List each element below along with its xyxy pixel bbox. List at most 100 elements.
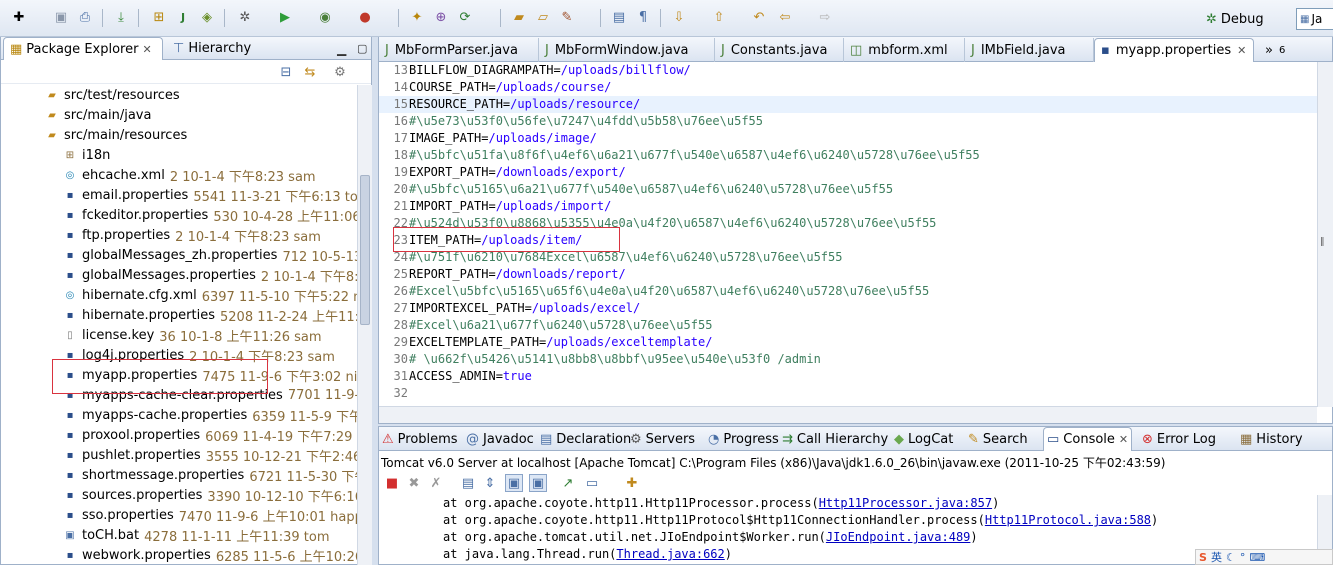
bottom-tab[interactable]: ▭ Console ✕ xyxy=(1043,427,1133,451)
new-package-icon[interactable]: ✦ xyxy=(408,8,426,26)
collapse-all-icon[interactable]: ⊟ xyxy=(277,63,295,81)
last-edit-icon[interactable]: ↶ xyxy=(750,8,768,26)
forward-icon[interactable]: ⇨ xyxy=(816,8,834,26)
tree-item[interactable]: ▯ license.key 36 10-1-8 上午11:26 sam xyxy=(63,325,321,345)
open-file-icon[interactable]: ▱ xyxy=(534,8,552,26)
coverage-icon[interactable]: ◉ xyxy=(316,8,334,26)
toggle-mark-icon[interactable]: ▤ xyxy=(610,8,628,26)
editor-tab[interactable]: J Constants.java xyxy=(715,38,844,62)
display-console-icon[interactable]: ▭ xyxy=(583,474,601,492)
stacktrace-link[interactable]: JIoEndpoint.java:489 xyxy=(826,530,971,544)
run-icon[interactable]: ▶ xyxy=(276,8,294,26)
clear-console-icon[interactable]: ▤ xyxy=(459,474,477,492)
tree-item[interactable]: ▪ proxool.properties6069 11-4-19 下午7:29 n… xyxy=(63,425,357,445)
comment-text: #Excel\u6a21\u677f\u6240\u5728\u76ee\u5f… xyxy=(409,318,713,332)
tree-item[interactable]: ⊞ i18n xyxy=(63,145,111,165)
bottom-tab[interactable]: ⚙ Servers xyxy=(627,427,698,451)
bottom-tab[interactable]: ✎ Search xyxy=(965,427,1031,451)
scroll-lock-icon[interactable]: ⇕ xyxy=(481,474,499,492)
save-icon[interactable]: ▣ xyxy=(52,8,70,26)
open-folder-icon[interactable]: ▰ xyxy=(510,8,528,26)
bottom-tab[interactable]: ◔ Progress xyxy=(705,427,782,451)
tree-item[interactable]: ▪ email.properties 5541 11-3-21 下午6:13 tom xyxy=(63,185,357,205)
debug-icon[interactable]: ✲ xyxy=(236,8,254,26)
tree-item[interactable]: ▪ globalMessages.properties2 10-1-4 下午8:2… xyxy=(63,265,357,285)
editor-tab[interactable]: ◫ mbform.xml xyxy=(844,38,965,62)
remove-launch-icon[interactable]: ✖ xyxy=(405,474,423,492)
open-console-icon[interactable]: ✚ xyxy=(623,474,641,492)
remove-all-icon[interactable]: ✗ xyxy=(427,474,445,492)
bottom-tab[interactable]: ⚠ Problems xyxy=(379,427,461,451)
new-java-icon[interactable]: J xyxy=(174,8,192,26)
property-key: RESOURCE_PATH= xyxy=(409,97,511,111)
tab-overflow[interactable]: » 6 xyxy=(1259,38,1291,62)
perspective-debug[interactable]: ✲ Debug xyxy=(1206,8,1264,30)
editor-tab-label: IMbField.java xyxy=(980,42,1066,58)
tree-item[interactable]: ◎ hibernate.cfg.xml6397 11-5-10 下午5:22 ni… xyxy=(63,285,357,305)
close-icon[interactable]: ✕ xyxy=(1119,433,1128,446)
stacktrace-link[interactable]: Http11Protocol.java:588 xyxy=(985,513,1151,527)
prev-annotation-icon[interactable]: ⇧ xyxy=(710,8,728,26)
next-annotation-icon[interactable]: ⇩ xyxy=(670,8,688,26)
tree-item[interactable]: ▪ globalMessages_zh.properties712 10-5-13… xyxy=(63,245,357,265)
tree-item[interactable]: ◎ ehcache.xml 2 10-1-4 下午8:23 sam xyxy=(63,165,316,185)
bottom-tab[interactable]: ⇉ Call Hierarchy xyxy=(779,427,891,451)
view-menu-icon[interactable]: ⚙ xyxy=(331,63,349,81)
tab-package-explorer[interactable]: ▦ Package Explorer ✕ xyxy=(3,37,163,60)
terminate-icon[interactable]: ■ xyxy=(383,474,401,492)
tree-item[interactable]: ▰ src/main/resources xyxy=(45,125,187,145)
console-line: at org.apache.tomcat.util.net.JIoEndpoin… xyxy=(443,530,978,544)
close-icon[interactable]: ✕ xyxy=(142,43,151,56)
stacktrace-link[interactable]: Http11Processor.java:857 xyxy=(819,496,992,510)
ime-toolbar[interactable]: S 英 ☾ ° ⌨ xyxy=(1195,549,1333,565)
show-stderr-icon[interactable]: ▣ xyxy=(529,474,547,492)
download-icon[interactable]: ⤓ xyxy=(112,8,130,26)
tree-item[interactable]: ▰ src/test/resources xyxy=(45,85,180,105)
back-icon[interactable]: ⇦ xyxy=(776,8,794,26)
maximize-icon[interactable]: ▢ xyxy=(351,37,373,60)
external-tools-icon[interactable]: ● xyxy=(356,8,374,26)
show-stdout-icon[interactable]: ▣ xyxy=(505,474,523,492)
tree-item[interactable]: ▪ pushlet.properties 3555 10-12-21 下午2:46 … xyxy=(63,445,357,465)
tree-item[interactable]: ▪ ftp.properties 2 10-1-4 下午8:23 sam xyxy=(63,225,321,245)
show-whitespace-icon[interactable]: ¶ xyxy=(634,8,652,26)
console-output[interactable]: at org.apache.coyote.http11.Http11Proces… xyxy=(379,495,1332,565)
print-icon[interactable]: ⎙ xyxy=(76,8,94,26)
new-icon[interactable]: ✚ xyxy=(10,8,28,26)
bottom-tab[interactable]: ▦ History xyxy=(1237,427,1306,451)
tree-item[interactable]: ▪ fckeditor.properties 530 10-4-28 上午11:06… xyxy=(63,205,357,225)
folder-icon: ▰ xyxy=(48,129,56,141)
pin-console-icon[interactable]: ↗ xyxy=(559,474,577,492)
tab-hierarchy[interactable]: ⊤ Hierarchy xyxy=(167,37,257,60)
bottom-tab[interactable]: ⊗ Error Log xyxy=(1139,427,1219,451)
tree-item[interactable]: ▪ shortmessage.properties6721 11-5-30 下午1… xyxy=(63,465,357,485)
tree-item[interactable]: ▪ webwork.properties6285 11-5-6 上午10:26 n… xyxy=(63,545,357,565)
stacktrace-link[interactable]: Thread.java:662 xyxy=(616,547,724,561)
build-icon[interactable]: ✎ xyxy=(558,8,576,26)
link-editor-icon[interactable]: ⇆ xyxy=(301,63,319,81)
tree-item[interactable]: ▣ toCH.bat 4278 11-1-11 上午11:39 tom xyxy=(63,525,329,545)
refresh-icon[interactable]: ⟳ xyxy=(456,8,474,26)
property-value: /uploads/exceltemplate/ xyxy=(546,335,713,349)
tree-item[interactable]: ▪ myapps-cache.properties6359 11-5-9 下午3:… xyxy=(63,405,357,425)
minimize-icon[interactable]: ▁ xyxy=(331,37,352,60)
editor-tab[interactable]: J MbFormWindow.java xyxy=(539,38,715,62)
tree-item[interactable]: ▪ sources.properties3390 10-12-10 下午6:16 … xyxy=(63,485,357,505)
perspective-java[interactable]: ▦ Ja xyxy=(1296,8,1333,30)
editor-tab[interactable]: J IMbField.java xyxy=(965,38,1094,62)
open-type-icon[interactable]: ⊞ xyxy=(150,8,168,26)
tree-item[interactable]: ▪ sso.properties 7470 11-9-6 上午10:01 happy xyxy=(63,505,357,525)
editor-vertical-scrollbar[interactable]: ‖ xyxy=(1317,62,1333,407)
new-class-icon[interactable]: ◈ xyxy=(198,8,216,26)
tree-item[interactable]: ▪ hibernate.properties 5208 11-2-24 上午11:0… xyxy=(63,305,357,325)
tree-item[interactable]: ▰ src/main/java xyxy=(45,105,151,125)
bottom-tab[interactable]: ◆ LogCat xyxy=(891,427,956,451)
bottom-tab[interactable]: ▤ Declaration xyxy=(537,427,634,451)
new-interface-icon[interactable]: ⊕ xyxy=(432,8,450,26)
close-icon[interactable]: ✕ xyxy=(1237,44,1246,57)
package-explorer-scrollbar[interactable] xyxy=(357,85,372,565)
editor-tab[interactable]: J MbFormParser.java xyxy=(379,38,539,62)
bottom-tab[interactable]: @ Javadoc xyxy=(463,427,537,451)
editor-horizontal-scrollbar[interactable] xyxy=(379,406,1317,423)
editor-tab[interactable]: ▪ myapp.properties ✕ xyxy=(1094,38,1254,62)
